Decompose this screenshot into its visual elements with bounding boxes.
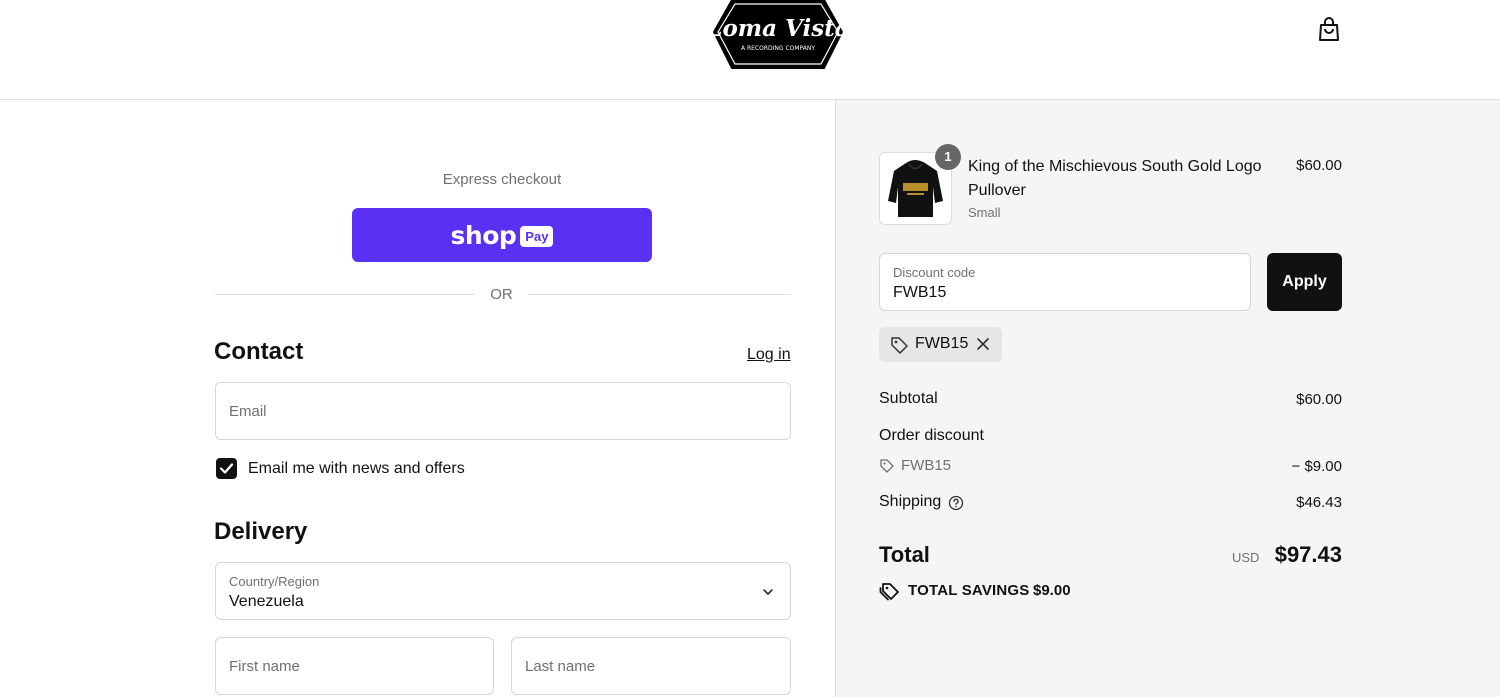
discount-code-field[interactable]: Discount code FWB15 [879,253,1251,311]
subtotal-value: $60.00 [1296,391,1342,408]
header: Loma Vista A RECORDING COMPANY [0,0,1500,100]
country-value: Venezuela [229,593,304,610]
country-select[interactable]: Country/Region Venezuela [215,562,791,620]
or-separator: OR [490,286,513,303]
apply-button[interactable]: Apply [1267,253,1342,311]
quantity-badge: 1 [935,144,961,170]
log-in-link[interactable]: Log in [747,346,791,364]
first-name-placeholder: First name [229,658,300,675]
first-name-field[interactable]: First name [215,637,494,695]
loma-vista-logo[interactable]: Loma Vista A RECORDING COMPANY [705,0,850,72]
product-variant: Small [968,205,1001,220]
total-savings-value: $9.00 [1033,582,1071,599]
tag-icon [891,337,908,354]
total-currency: USD [1232,550,1260,565]
newsletter-checkbox[interactable] [216,458,237,479]
check-icon [219,463,234,474]
country-label: Country/Region [229,574,320,589]
delivery-heading: Delivery [214,518,308,545]
subtotal-label: Subtotal [879,390,938,407]
chevron-down-icon [763,589,773,595]
total-label: Total [879,542,930,567]
order-discount-value: − $9.00 [1291,458,1342,475]
shipping-label: Shipping [879,493,942,510]
total-savings-label: TOTAL SAVINGS [908,582,1030,599]
applied-discount-chip: FWB15 [879,327,1002,362]
newsletter-label: Email me with news and offers [248,460,465,477]
express-checkout-label: Express checkout [442,171,562,188]
shipping-value: $46.43 [1296,494,1342,511]
email-placeholder: Email [229,403,267,420]
help-circle-icon[interactable] [948,495,964,511]
total-value: $97.43 [1274,542,1342,567]
discount-code-value: FWB15 [893,284,947,301]
last-name-placeholder: Last name [525,658,596,675]
shopping-bag-icon[interactable] [1315,15,1343,43]
email-field[interactable]: Email [215,382,791,440]
tag-icon [880,459,894,473]
product-name: King of the Mischievous South Gold Logo … [968,158,1262,199]
discount-code-label: Discount code [893,265,976,280]
order-discount-label: Order discount [879,427,984,444]
order-discount-code: FWB15 [901,457,952,474]
divider [215,294,475,295]
product-price: $60.00 [1296,157,1342,174]
svg-text:A RECORDING COMPANY: A RECORDING COMPANY [741,45,815,52]
shop-pay-button[interactable]: shop Pay [352,208,652,262]
contact-heading: Contact [214,338,304,365]
divider [528,294,791,295]
applied-code: FWB15 [915,335,969,352]
savings-tag-icon [879,583,899,601]
close-icon[interactable] [976,337,990,351]
shop-pay-word: shop [450,220,517,250]
last-name-field[interactable]: Last name [511,637,791,695]
svg-text:Loma Vista: Loma Vista [712,15,844,42]
shop-pay-badge: Pay [520,225,554,247]
